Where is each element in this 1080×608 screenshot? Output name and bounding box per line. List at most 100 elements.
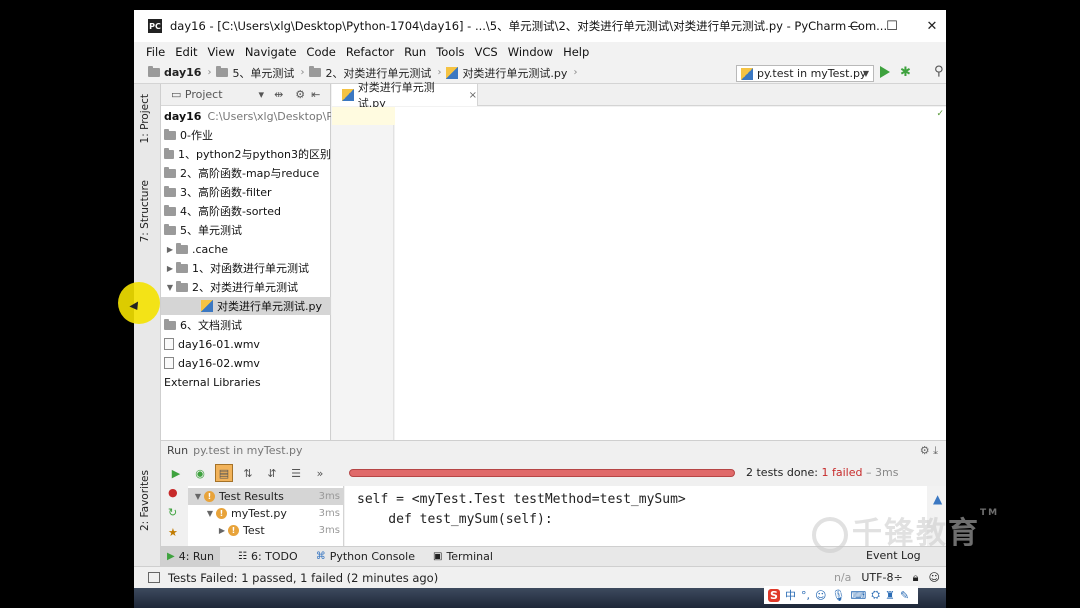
menu-navigate[interactable]: Navigate [245, 45, 297, 59]
menu-window[interactable]: Window [508, 45, 553, 59]
folder-icon [216, 66, 229, 77]
gear-icon[interactable]: ⚙ [295, 88, 305, 101]
emoji-icon[interactable]: ☺ [815, 589, 826, 602]
menu-edit[interactable]: Edit [175, 45, 197, 59]
hide-panel-icon[interactable]: ⇤ [311, 88, 320, 101]
chevron-right-icon[interactable]: ▶ [216, 526, 228, 535]
sort-duration-icon[interactable]: ⇵ [263, 464, 281, 482]
folder-icon [164, 128, 176, 140]
run-panel-header: Run py.test in myTest.py ⚙ ⤓ [161, 440, 946, 460]
debug-icon[interactable]: ✱ [900, 65, 911, 80]
run-icon: ▶ [167, 551, 175, 562]
tree-item[interactable]: 5、单元测试 [161, 221, 331, 239]
tree-item[interactable]: 1、python2与python3的区别 [161, 145, 331, 163]
python-file-icon [446, 66, 459, 79]
tree-item[interactable]: 3、高阶函数-filter [161, 183, 331, 201]
lock-icon[interactable]: 🔒︎ [913, 571, 919, 585]
breadcrumb-item[interactable]: 对类进行单元测试.py [446, 65, 567, 81]
python-file-icon [741, 67, 753, 80]
microphone-icon[interactable]: 🎙︎ [831, 589, 845, 602]
menu-tools[interactable]: Tools [436, 45, 464, 59]
menu-code[interactable]: Code [306, 45, 335, 59]
collapse-icon[interactable]: ⇹ [274, 88, 283, 101]
chevron-right-icon[interactable]: ▶ [164, 245, 176, 254]
tab-favorites[interactable]: 2: Favorites [139, 470, 151, 531]
folder-icon [164, 223, 176, 235]
minimize-button[interactable]: — [834, 10, 874, 42]
menu-view[interactable]: View [208, 45, 235, 59]
shirt-icon[interactable]: ♜ [885, 589, 895, 602]
folder-icon [176, 242, 188, 254]
folder-icon [309, 66, 322, 77]
test-progress-bar [349, 469, 735, 477]
tree-item[interactable]: ▼ 2、对类进行单元测试 [161, 278, 331, 296]
test-tree-row[interactable]: ▶! Test 3ms [188, 522, 344, 539]
tree-item[interactable]: 6、文档测试 [161, 316, 331, 334]
menu-vcs[interactable]: VCS [475, 45, 498, 59]
tab-run[interactable]: ▶ 4: Run [161, 546, 220, 567]
tree-item[interactable]: External Libraries [161, 373, 331, 391]
rerun-icon[interactable]: ▶ [167, 464, 185, 482]
punctuation-icon[interactable]: °, [801, 589, 810, 602]
ime-language[interactable]: 中 [785, 587, 796, 603]
tree-root[interactable]: day16 C:\Users\xlg\Desktop\Py [161, 107, 331, 125]
encoding-selector[interactable]: UTF-8÷ [861, 571, 902, 584]
test-tree-row[interactable]: ▼! Test Results 3ms [188, 488, 344, 505]
ime-logo-icon[interactable]: S [768, 588, 780, 602]
search-icon[interactable]: ⚲ [934, 64, 944, 79]
show-ignored-icon[interactable]: ▤ [215, 464, 233, 482]
restart-icon[interactable]: ↻ [168, 506, 177, 519]
run-icon[interactable] [880, 66, 890, 78]
tree-item[interactable]: 4、高阶函数-sorted [161, 202, 331, 220]
folder-icon [164, 204, 176, 216]
tree-item[interactable]: 0-作业 [161, 126, 331, 144]
breadcrumb-item[interactable]: 5、单元测试 [216, 65, 294, 81]
menu-refactor[interactable]: Refactor [346, 45, 394, 59]
menu-run[interactable]: Run [404, 45, 426, 59]
tree-item[interactable]: day16-01.wmv [161, 335, 331, 353]
tree-item[interactable]: day16-02.wmv [161, 354, 331, 372]
current-line-highlight [332, 107, 396, 125]
editor-tab[interactable]: 对类进行单元测试.py × [332, 81, 478, 110]
breadcrumb-item[interactable]: day16 [148, 66, 201, 79]
chevron-down-icon[interactable]: ▾ [259, 88, 265, 101]
tree-item[interactable]: 2、高阶函数-map与reduce [161, 164, 331, 182]
stop-icon[interactable]: ● [168, 486, 178, 499]
wrench-icon[interactable]: ✎ [900, 589, 909, 602]
tab-terminal[interactable]: ▣ Terminal [433, 550, 493, 563]
user-icon[interactable]: ⛭ [871, 588, 880, 602]
menu-file[interactable]: File [146, 45, 165, 59]
tree-item[interactable]: ▶ 1、对函数进行单元测试 [161, 259, 331, 277]
tool-windows-icon[interactable] [148, 572, 160, 583]
chevron-down-icon[interactable]: ▼ [192, 492, 204, 501]
folder-icon [164, 185, 176, 197]
test-tree-row[interactable]: ▼! myTest.py 3ms [188, 505, 344, 522]
inspector-icon[interactable]: ☺︎ [929, 571, 940, 584]
expand-all-icon[interactable]: ☰ [287, 464, 305, 482]
close-icon[interactable]: × [469, 90, 477, 101]
favorite-icon[interactable]: ★ [168, 526, 178, 539]
tree-item[interactable]: ▶ .cache [161, 240, 331, 258]
more-icon[interactable]: » [311, 464, 329, 482]
tab-structure[interactable]: 7: Structure [139, 180, 151, 242]
python-file-icon [201, 300, 213, 312]
tab-project[interactable]: 1: Project [139, 94, 151, 143]
sort-alpha-icon[interactable]: ⇅ [239, 464, 257, 482]
tree-item-selected[interactable]: 对类进行单元测试.py [161, 297, 331, 315]
maximize-button[interactable]: ☐ [872, 10, 912, 42]
code-editor[interactable]: ✓ [395, 107, 946, 440]
keyboard-icon[interactable]: ⌨ [850, 589, 866, 602]
close-button[interactable]: ✕ [912, 10, 952, 42]
gear-icon[interactable]: ⚙ ⤓ [920, 444, 938, 458]
tab-python-console[interactable]: ⌘ Python Console [316, 550, 415, 563]
tab-todo[interactable]: ☷ 6: TODO [238, 550, 298, 563]
chevron-down-icon[interactable]: ▼ [204, 509, 216, 518]
project-view-select[interactable]: ▭ Project [171, 88, 223, 101]
scroll-up-icon[interactable]: ▲ [933, 492, 942, 506]
run-configuration-select[interactable]: py.test in myTest.py ▼ [736, 65, 874, 82]
folder-icon [176, 280, 188, 292]
menu-help[interactable]: Help [563, 45, 589, 59]
show-passed-icon[interactable]: ◉ [191, 464, 209, 482]
chevron-down-icon[interactable]: ▼ [164, 283, 176, 292]
chevron-right-icon[interactable]: ▶ [164, 264, 176, 273]
